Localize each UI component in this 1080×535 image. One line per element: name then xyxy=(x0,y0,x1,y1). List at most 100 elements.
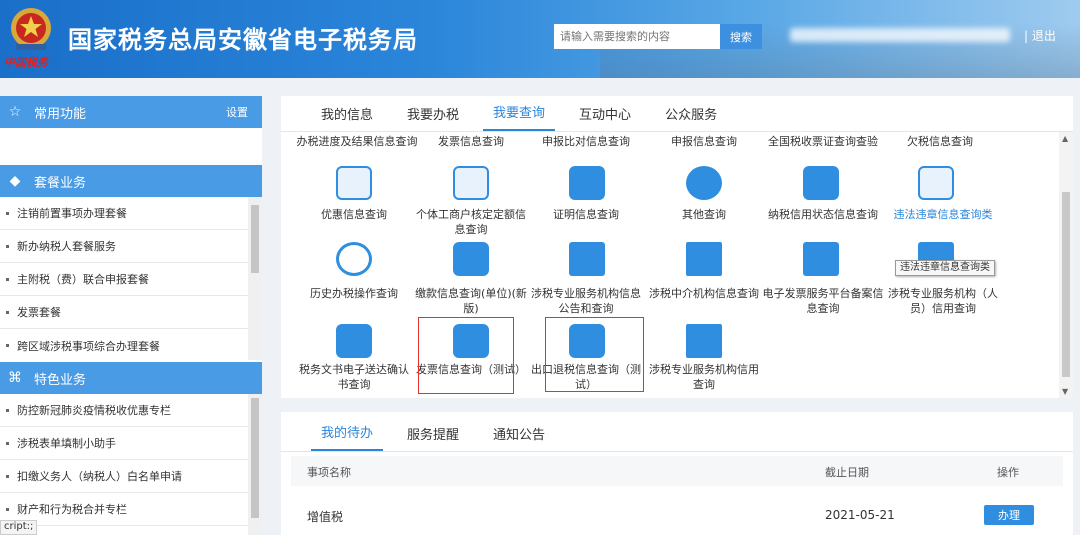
sidebar-item[interactable]: 新办纳税人套餐服务 xyxy=(0,230,248,263)
query-grid: 办税进度及结果信息查询 发票信息查询 申报比对信息查询 申报信息查询 全国税收票… xyxy=(295,134,1057,396)
tab-notice[interactable]: 通知公告 xyxy=(483,424,555,451)
query-item-label: 历史办税操作查询 xyxy=(310,287,398,300)
sidebar-item[interactable]: 注销前置事项办理套餐 xyxy=(0,197,248,230)
query-item-label: 发票信息查询 xyxy=(438,135,504,148)
sidebar-item-label: 主附税（费）联合申报套餐 xyxy=(17,273,149,286)
scroll-up-icon[interactable]: ▲ xyxy=(1062,134,1068,143)
query-item-tax-voucher[interactable]: 全国税收票证查询查验 xyxy=(761,134,885,149)
query-item-agency-notice[interactable]: 涉税专业服务机构信息公告和查询 xyxy=(527,286,645,316)
discount-search-icon xyxy=(336,166,372,200)
search-button[interactable]: 搜索 xyxy=(720,24,762,49)
sidebar-item[interactable]: 发票套餐 xyxy=(0,296,248,329)
query-item-certificate[interactable]: 证明信息查询 xyxy=(527,207,645,222)
query-item-label: 申报信息查询 xyxy=(671,135,737,148)
query-item-label: 违法违章信息查询类 xyxy=(893,208,993,221)
bullet-icon xyxy=(6,211,9,215)
scroll-thumb[interactable] xyxy=(251,205,259,273)
col-action: 操作 xyxy=(997,466,1019,479)
sidebar-item[interactable]: 防控新冠肺炎疫情税收优惠专栏 xyxy=(0,394,248,427)
scroll-thumb[interactable] xyxy=(1062,192,1070,377)
query-item-violation[interactable]: 违法违章信息查询类 xyxy=(881,207,1005,222)
building-info-icon xyxy=(686,324,722,358)
sidebar-common-header[interactable]: ☆ 常用功能 设置 xyxy=(0,96,262,128)
tab-public-service[interactable]: 公众服务 xyxy=(655,104,727,131)
tab-tax-handling[interactable]: 我要办税 xyxy=(397,104,469,131)
tab-interaction[interactable]: 互动中心 xyxy=(569,104,641,131)
clover-icon: ⌘ xyxy=(8,370,22,386)
query-item-agency-credit[interactable]: 涉税专业服务机构信用查询 xyxy=(645,362,763,392)
query-item-agency-credit-person[interactable]: 涉税专业服务机构（人员）信用查询 xyxy=(881,286,1005,316)
main-tabs: 我的信息 我要办税 我要查询 互动中心 公众服务 xyxy=(281,96,1073,132)
user-info-redacted xyxy=(790,28,1010,42)
query-item-other[interactable]: 其他查询 xyxy=(645,207,763,222)
tooltip: 违法违章信息查询类 xyxy=(895,260,995,276)
todo-tabs: 我的待办 服务提醒 通知公告 xyxy=(281,412,1073,452)
query-item-label: 欠税信息查询 xyxy=(907,135,973,148)
warning-icon xyxy=(918,166,954,200)
history-clock-icon xyxy=(336,242,372,276)
query-item-label: 涉税中介机构信息查询 xyxy=(649,287,759,300)
query-item-label: 证明信息查询 xyxy=(553,208,619,221)
query-item-invoice[interactable]: 发票信息查询 xyxy=(412,134,530,149)
query-item-history[interactable]: 历史办税操作查询 xyxy=(295,286,413,301)
query-item-payment[interactable]: 缴款信息查询(单位)(新版) xyxy=(412,286,530,316)
query-item-arrears[interactable]: 欠税信息查询 xyxy=(881,134,999,149)
scroll-thumb[interactable] xyxy=(251,398,259,518)
bullet-icon xyxy=(6,507,9,511)
logout-link[interactable]: | 退出 xyxy=(1024,27,1056,44)
sidebar-item-label: 注销前置事项办理套餐 xyxy=(17,207,127,220)
credit-icon xyxy=(803,166,839,200)
settings-link[interactable]: 设置 xyxy=(226,104,248,120)
query-item-intermediary[interactable]: 涉税中介机构信息查询 xyxy=(645,286,763,301)
query-item-label: 其他查询 xyxy=(682,208,726,221)
sidebar-item[interactable]: 主附税（费）联合申报套餐 xyxy=(0,263,248,296)
query-item-label: 税务文书电子送达确认书查询 xyxy=(299,363,409,391)
sidebar-common-body xyxy=(0,128,262,165)
agency-gear-icon xyxy=(569,242,605,276)
sidebar-item-label: 跨区域涉税事项综合办理套餐 xyxy=(17,339,160,353)
sidebar-scrollbar[interactable] xyxy=(248,394,262,535)
highlight-box xyxy=(545,317,644,392)
tab-service-reminder[interactable]: 服务提醒 xyxy=(397,424,469,451)
site-title: 国家税务总局安徽省电子税务局 xyxy=(68,26,418,54)
sidebar-item[interactable]: 涉税表单填制小助手 xyxy=(0,427,248,460)
sidebar-package-header[interactable]: ◆ 套餐业务 xyxy=(0,165,262,197)
query-item-declare-info[interactable]: 申报信息查询 xyxy=(645,134,763,149)
query-panel: 我的信息 我要办税 我要查询 互动中心 公众服务 办税进度及结果信息查询 发票信… xyxy=(281,96,1073,398)
query-item-declare-compare[interactable]: 申报比对信息查询 xyxy=(527,134,645,149)
col-item-name: 事项名称 xyxy=(307,466,351,479)
query-item-label: 全国税收票证查询查验 xyxy=(768,135,878,148)
search-chat-icon xyxy=(686,166,722,200)
query-item-discount[interactable]: 优惠信息查询 xyxy=(295,207,413,222)
query-item-e-invoice[interactable]: 电子发票服务平台备案信息查询 xyxy=(761,286,885,316)
query-item-e-delivery[interactable]: 税务文书电子送达确认书查询 xyxy=(295,362,413,392)
tab-my-todo[interactable]: 我的待办 xyxy=(311,422,384,451)
sidebar-common-label: 常用功能 xyxy=(34,106,87,122)
query-item-label: 纳税信用状态信息查询 xyxy=(768,208,878,221)
sidebar-featured-label: 特色业务 xyxy=(34,372,87,388)
sidebar-item[interactable]: 扣缴义务人（纳税人）白名单申请 xyxy=(0,460,248,493)
search-input[interactable] xyxy=(554,24,720,49)
id-card-icon xyxy=(453,166,489,200)
row-deadline: 2021-05-21 xyxy=(825,508,895,522)
query-item-label: 涉税专业服务机构（人员）信用查询 xyxy=(888,287,998,315)
bullet-icon xyxy=(6,277,9,281)
handle-button[interactable]: 办理 xyxy=(984,505,1034,525)
bullet-icon xyxy=(6,408,9,412)
sidebar-featured-header[interactable]: ⌘ 特色业务 xyxy=(0,362,262,394)
bullet-icon xyxy=(6,310,9,314)
query-item-credit-status[interactable]: 纳税信用状态信息查询 xyxy=(761,207,885,222)
sidebar-package-label: 套餐业务 xyxy=(34,175,87,191)
query-item-individual-quota[interactable]: 个体工商户核定定额信息查询 xyxy=(412,207,530,237)
certificate-icon xyxy=(569,166,605,200)
tab-my-info[interactable]: 我的信息 xyxy=(311,104,383,131)
sidebar-scrollbar[interactable] xyxy=(248,197,262,360)
sidebar-item[interactable]: 跨区域涉税事项综合办理套餐 xyxy=(0,329,248,362)
tab-query[interactable]: 我要查询 xyxy=(483,102,556,131)
scroll-down-icon[interactable]: ▼ xyxy=(1062,387,1068,396)
query-scrollbar[interactable]: ▲ ▼ xyxy=(1059,132,1073,398)
sidebar-item-label: 扣缴义务人（纳税人）白名单申请 xyxy=(17,470,182,483)
query-item-label: 涉税专业服务机构信用查询 xyxy=(649,363,759,391)
bullet-icon xyxy=(6,344,9,347)
query-item-progress[interactable]: 办税进度及结果信息查询 xyxy=(295,134,419,149)
